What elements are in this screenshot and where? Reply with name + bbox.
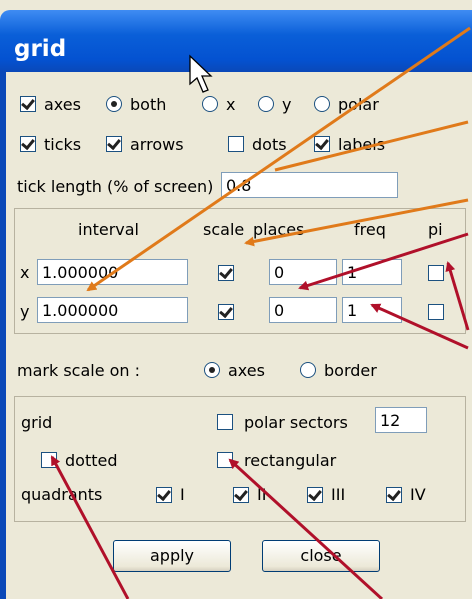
- y-label: y: [282, 95, 292, 114]
- dots-label: dots: [252, 135, 287, 154]
- both-radio[interactable]: [106, 96, 122, 112]
- mark-border-label: border: [324, 361, 377, 380]
- arrows-label: arrows: [130, 135, 184, 154]
- mark-scale-label: mark scale on :: [17, 361, 141, 380]
- labels-label: labels: [338, 135, 386, 154]
- x-scale-checkbox[interactable]: [218, 265, 234, 281]
- tick-length-input[interactable]: [221, 172, 398, 198]
- pi-header: pi: [428, 220, 443, 239]
- polar-radio[interactable]: [314, 96, 330, 112]
- dots-checkbox[interactable]: [228, 136, 244, 152]
- quadrants-label: quadrants: [21, 485, 103, 504]
- polar-label: polar: [338, 95, 379, 114]
- mark-axes-radio[interactable]: [204, 362, 220, 378]
- grid-label: grid: [21, 413, 53, 432]
- interval-header: interval: [78, 220, 139, 239]
- rectangular-checkbox[interactable]: [217, 452, 233, 468]
- x-radio[interactable]: [202, 96, 218, 112]
- y-pi-checkbox[interactable]: [428, 304, 444, 320]
- y-interval-input[interactable]: [37, 297, 188, 323]
- x-label: x: [226, 95, 236, 114]
- quadrant-3-label: III: [331, 485, 346, 504]
- axes-label: axes: [44, 95, 81, 114]
- arrows-checkbox[interactable]: [106, 136, 122, 152]
- quadrant-4-label: IV: [410, 485, 426, 504]
- freq-header: freq: [354, 220, 386, 239]
- labels-checkbox[interactable]: [314, 136, 330, 152]
- quadrant-3-checkbox[interactable]: [307, 487, 323, 503]
- window-title: grid: [14, 36, 67, 62]
- polar-sectors-label: polar sectors: [244, 413, 348, 432]
- y-scale-checkbox[interactable]: [218, 304, 234, 320]
- x-pi-checkbox[interactable]: [428, 265, 444, 281]
- scale-header: scale: [203, 220, 245, 239]
- quadrant-4-checkbox[interactable]: [386, 487, 402, 503]
- y-places-input[interactable]: [269, 297, 337, 323]
- y-row-label: y: [20, 302, 30, 321]
- x-row-label: x: [20, 263, 30, 282]
- title-bar[interactable]: grid: [0, 10, 472, 72]
- quadrant-1-label: I: [180, 485, 185, 504]
- rectangular-label: rectangular: [244, 451, 337, 470]
- close-button[interactable]: close: [262, 540, 380, 572]
- ticks-label: ticks: [44, 135, 82, 154]
- y-freq-input[interactable]: [342, 297, 402, 323]
- dotted-checkbox[interactable]: [41, 452, 57, 468]
- both-label: both: [130, 95, 167, 114]
- x-freq-input[interactable]: [342, 259, 402, 285]
- axes-checkbox[interactable]: [20, 96, 36, 112]
- quadrant-2-checkbox[interactable]: [233, 487, 249, 503]
- mark-axes-label: axes: [228, 361, 265, 380]
- quadrant-2-label: II: [257, 485, 267, 504]
- mark-border-radio[interactable]: [300, 362, 316, 378]
- places-header: places: [253, 220, 305, 239]
- polar-sectors-input[interactable]: [375, 407, 427, 433]
- tick-length-label: tick length (% of screen): [17, 177, 214, 196]
- y-radio[interactable]: [258, 96, 274, 112]
- dotted-label: dotted: [65, 451, 118, 470]
- ticks-checkbox[interactable]: [20, 136, 36, 152]
- apply-button[interactable]: apply: [113, 540, 231, 572]
- grid-dialog: grid axes both x y polar ticks arrows do…: [0, 0, 472, 599]
- quadrant-1-checkbox[interactable]: [156, 487, 172, 503]
- x-places-input[interactable]: [269, 259, 337, 285]
- polar-sectors-checkbox[interactable]: [217, 414, 233, 430]
- x-interval-input[interactable]: [37, 259, 188, 285]
